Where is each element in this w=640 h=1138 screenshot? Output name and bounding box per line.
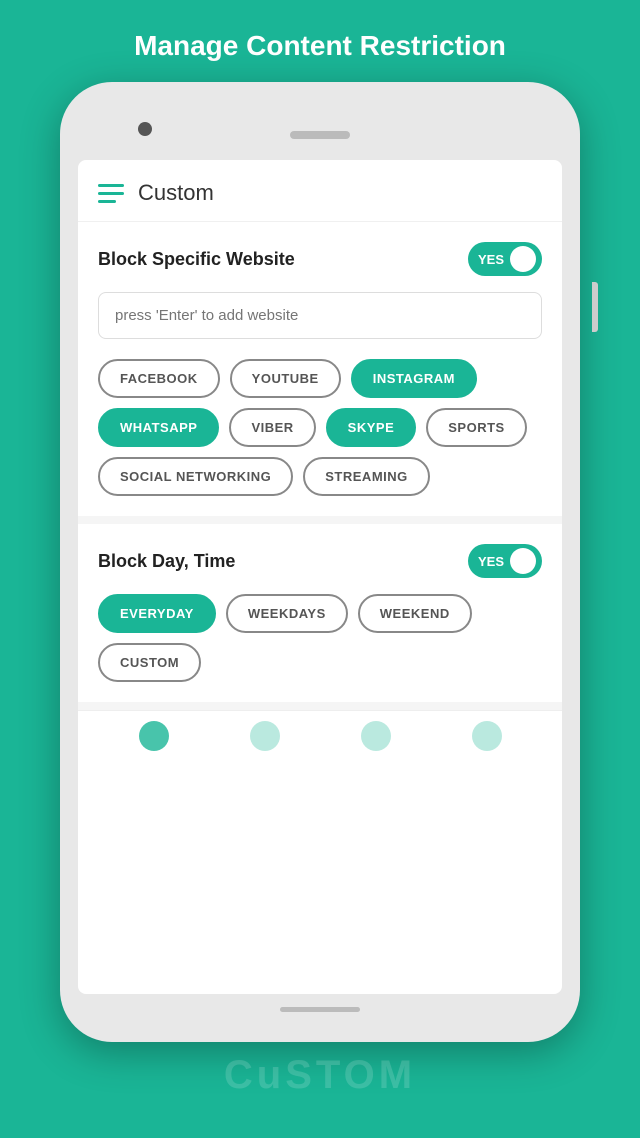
phone-frame: Custom Block Specific Website YES FACEBO… bbox=[60, 82, 580, 1042]
phone-speaker bbox=[290, 131, 350, 139]
tag-weekend[interactable]: WEEKEND bbox=[358, 594, 472, 633]
phone-screen: Custom Block Specific Website YES FACEBO… bbox=[78, 160, 562, 994]
nav-dot-1[interactable] bbox=[139, 721, 169, 751]
time-tags: EVERYDAY WEEKDAYS WEEKEND CUSTOM bbox=[98, 594, 542, 682]
block-website-toggle[interactable]: YES bbox=[468, 242, 542, 276]
website-search-input[interactable] bbox=[98, 292, 542, 339]
toggle-circle-2 bbox=[510, 548, 536, 574]
tag-sports[interactable]: SPORTS bbox=[426, 408, 526, 447]
block-website-toggle-label: YES bbox=[478, 252, 504, 267]
tag-everyday[interactable]: EVERYDAY bbox=[98, 594, 216, 633]
tag-whatsapp[interactable]: WHATSAPP bbox=[98, 408, 219, 447]
tag-facebook[interactable]: FACEBOOK bbox=[98, 359, 220, 398]
custom-bottom-label: CuSTOM bbox=[224, 1053, 416, 1098]
tag-weekdays[interactable]: WEEKDAYS bbox=[226, 594, 348, 633]
block-time-toggle-label: YES bbox=[478, 554, 504, 569]
app-header-title: Custom bbox=[138, 180, 214, 206]
tag-social_networking[interactable]: SOCIAL NETWORKING bbox=[98, 457, 293, 496]
home-indicator bbox=[280, 1007, 360, 1012]
toggle-circle bbox=[510, 246, 536, 272]
nav-dot-3[interactable] bbox=[361, 721, 391, 751]
website-tags: FACEBOOK YOUTUBE INSTAGRAM WHATSAPP VIBER SKY… bbox=[98, 359, 542, 496]
tag-instagram[interactable]: INSTAGRAM bbox=[351, 359, 477, 398]
block-website-section: Block Specific Website YES FACEBOOK YOUTU… bbox=[78, 222, 562, 524]
tag-youtube[interactable]: YOUTUBE bbox=[230, 359, 341, 398]
bottom-nav bbox=[78, 710, 562, 760]
block-time-title: Block Day, Time bbox=[98, 551, 235, 572]
tag-viber[interactable]: VIBER bbox=[229, 408, 315, 447]
phone-side-button bbox=[592, 282, 598, 332]
hamburger-icon[interactable] bbox=[98, 184, 124, 203]
phone-camera bbox=[138, 122, 152, 136]
tag-custom[interactable]: CUSTOM bbox=[98, 643, 201, 682]
block-website-title: Block Specific Website bbox=[98, 249, 295, 270]
tag-skype[interactable]: SKYPE bbox=[326, 408, 417, 447]
page-title-bar: Manage Content Restriction bbox=[0, 0, 640, 82]
app-header: Custom bbox=[78, 160, 562, 222]
nav-dot-4[interactable] bbox=[472, 721, 502, 751]
nav-dot-2[interactable] bbox=[250, 721, 280, 751]
tag-streaming[interactable]: STREAMING bbox=[303, 457, 430, 496]
block-time-section: Block Day, Time YES EVERYDAY WEEKDAYS WEEK… bbox=[78, 524, 562, 710]
phone-bottom bbox=[280, 994, 360, 1024]
block-time-toggle[interactable]: YES bbox=[468, 544, 542, 578]
phone-top bbox=[78, 100, 562, 160]
